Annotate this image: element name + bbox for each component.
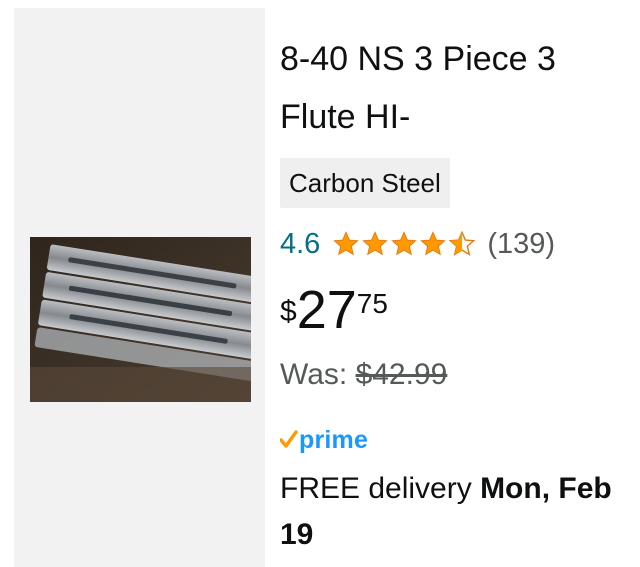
price-whole: 27 bbox=[296, 280, 357, 340]
product-card[interactable]: 8-40 NS 3 Piece 3 Flute HI- Carbon Steel… bbox=[0, 0, 640, 567]
star-full-icon bbox=[420, 231, 447, 256]
review-count[interactable]: (139) bbox=[487, 228, 555, 261]
product-title[interactable]: 8-40 NS 3 Piece 3 Flute HI- bbox=[280, 30, 620, 146]
product-image-panel[interactable] bbox=[14, 8, 265, 567]
was-price: $42.99 bbox=[355, 358, 448, 391]
price-symbol: $ bbox=[280, 295, 297, 328]
prime-check-icon bbox=[280, 430, 298, 448]
delivery-info: FREE delivery Mon, Feb 19 bbox=[280, 466, 630, 558]
product-image[interactable] bbox=[30, 237, 251, 402]
tap-set-photo bbox=[30, 237, 251, 402]
current-price: $ 27 75 bbox=[280, 282, 388, 342]
price-fraction: 75 bbox=[356, 288, 388, 319]
prime-badge: prime bbox=[280, 424, 368, 456]
star-half-icon bbox=[448, 230, 476, 256]
star-full-icon bbox=[362, 231, 389, 256]
rating-value: 4.6 bbox=[280, 227, 321, 260]
star-full-icon bbox=[333, 231, 360, 256]
star-rating[interactable] bbox=[332, 230, 477, 258]
prime-label: prime bbox=[299, 425, 369, 454]
star-full-icon bbox=[391, 231, 418, 256]
was-price-row: Was: $42.99 bbox=[280, 358, 447, 392]
was-label: Was: bbox=[280, 358, 356, 391]
rating-row[interactable]: 4.6 (139) bbox=[280, 222, 555, 266]
delivery-prefix: FREE delivery bbox=[280, 472, 481, 505]
material-badge: Carbon Steel bbox=[280, 158, 450, 208]
